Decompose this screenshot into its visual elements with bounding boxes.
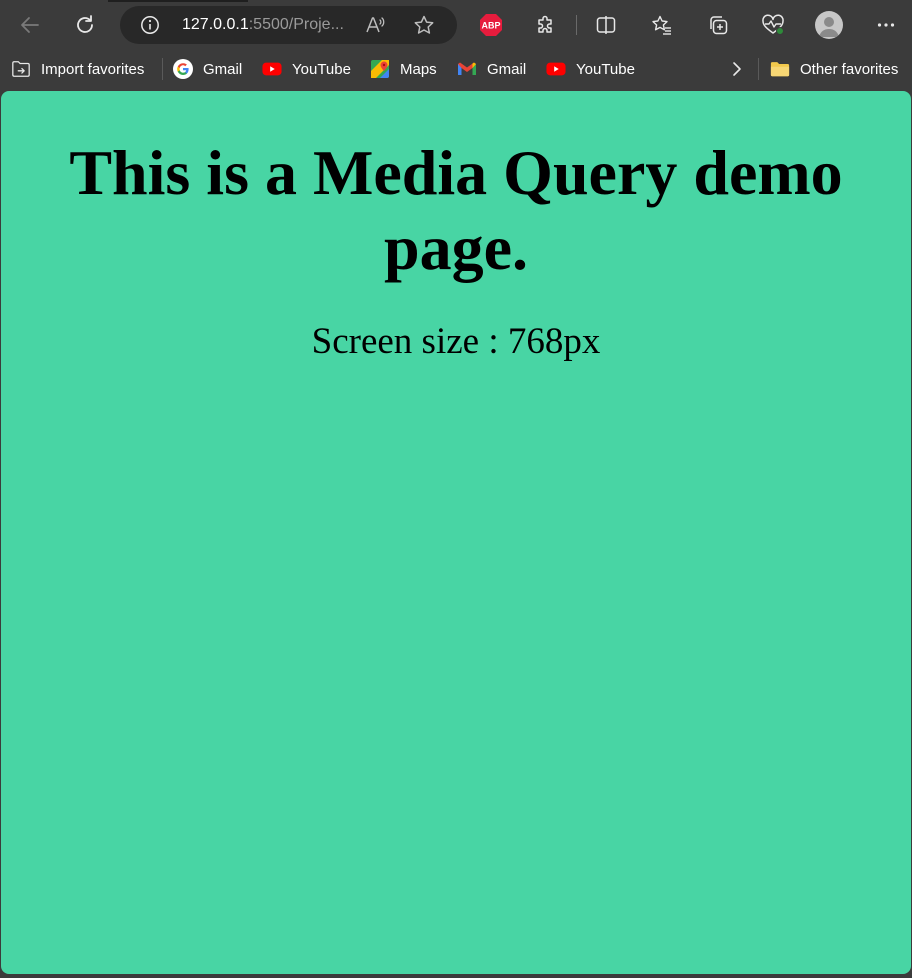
bookmark-label: Import favorites (41, 60, 145, 78)
address-bar[interactable]: 127.0.0.1:5500/Proje... (120, 6, 457, 44)
folder-icon (770, 59, 790, 79)
split-screen-icon (596, 16, 616, 34)
more-favorites-button[interactable] (728, 58, 746, 80)
info-icon[interactable] (140, 15, 160, 35)
add-favorite-star-icon[interactable] (413, 14, 435, 36)
heart-pulse-icon (762, 14, 784, 35)
youtube-icon (546, 59, 566, 79)
screen-size-text: Screen size : 768px (311, 321, 601, 362)
url-text[interactable]: 127.0.0.1:5500/Proje... (182, 16, 344, 34)
puzzle-extensions-icon (538, 15, 552, 33)
url-host: 127.0.0.1 (182, 16, 249, 33)
back-button[interactable] (13, 8, 47, 42)
other-favorites-label: Other favorites (800, 60, 899, 78)
bookmark-gmail[interactable]: Gmail (173, 58, 242, 80)
bookmark-label: Gmail (203, 60, 243, 78)
extensions-button[interactable] (529, 8, 563, 42)
favorites-button[interactable] (645, 8, 679, 42)
more-options-icon (877, 23, 895, 27)
browser-window: 127.0.0.1:5500/Proje... ABP Import favor… (0, 0, 912, 978)
gmail-icon (457, 59, 477, 79)
active-tab-indicator (108, 0, 248, 2)
chevron-right-icon (733, 62, 741, 76)
read-aloud-icon[interactable] (364, 14, 386, 36)
favorites-list-icon (652, 15, 671, 35)
browser-essentials-button[interactable] (756, 8, 790, 42)
refresh-icon (77, 15, 93, 33)
split-screen-button[interactable] (589, 8, 623, 42)
bookmark-import-favorites[interactable]: Import favorites (11, 58, 144, 80)
adblock-plus-button[interactable]: ABP (479, 13, 503, 37)
bookmark-label: Gmail (487, 60, 527, 78)
browser-toolbar: 127.0.0.1:5500/Proje... ABP (0, 0, 912, 50)
adblock-plus-icon: ABP (480, 14, 502, 36)
bookmark-gmail-2[interactable]: Gmail (457, 58, 526, 80)
collections-button[interactable] (701, 8, 735, 42)
bookmark-label: YouTube (576, 60, 635, 78)
back-arrow-icon (21, 17, 39, 33)
refresh-button[interactable] (68, 8, 102, 42)
favorites-divider (162, 58, 163, 80)
other-favorites-folder[interactable]: Other favorites (770, 58, 898, 80)
import-favorites-icon (11, 59, 31, 79)
bookmark-youtube[interactable]: YouTube (262, 58, 351, 80)
bookmark-youtube-2[interactable]: YouTube (546, 58, 635, 80)
profile-avatar[interactable] (815, 11, 843, 39)
settings-more-button[interactable] (869, 8, 903, 42)
bookmark-label: YouTube (292, 60, 351, 78)
collections-icon (710, 16, 728, 35)
abp-label: ABP (481, 21, 500, 31)
person-icon (819, 17, 839, 37)
bookmark-maps[interactable]: Maps (370, 58, 437, 80)
google-icon (173, 59, 193, 79)
page-viewport: This is a Media Query demo page. Screen … (1, 91, 911, 974)
toolbar-divider (576, 15, 577, 35)
maps-icon (370, 59, 390, 79)
url-path: :5500/Proje... (248, 16, 344, 33)
youtube-icon (262, 59, 282, 79)
favorites-divider (758, 58, 759, 80)
bookmark-label: Maps (400, 60, 437, 78)
page-heading: This is a Media Query demo page. (69, 137, 843, 283)
